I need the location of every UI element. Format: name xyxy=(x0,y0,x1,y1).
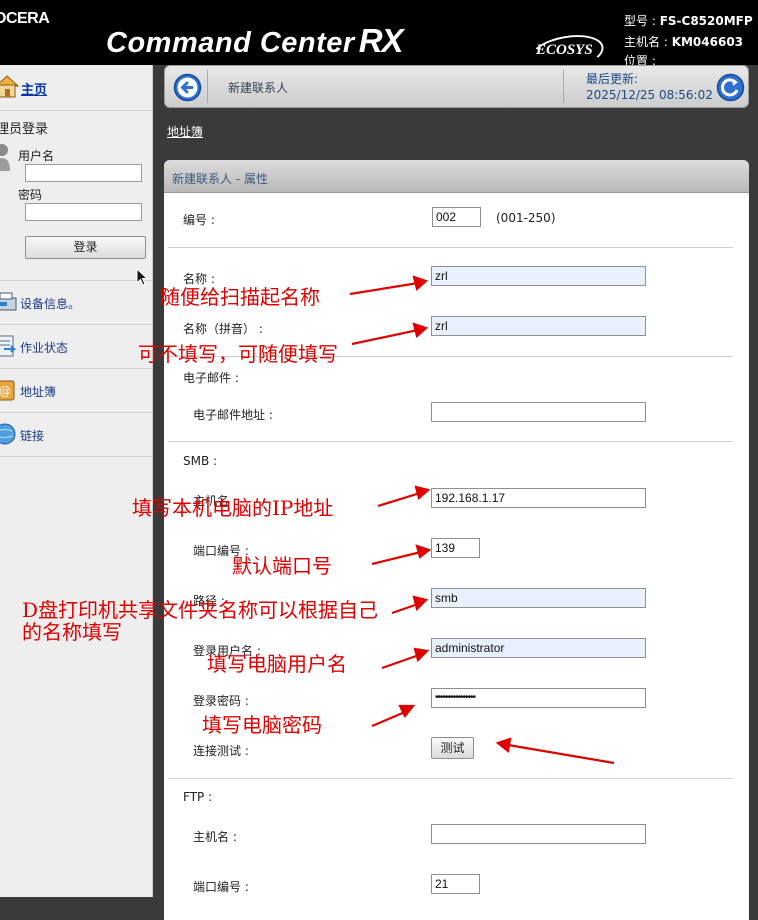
smb-host-input[interactable]: 192.168.1.17 xyxy=(431,488,646,508)
location-info: 位置 : xyxy=(624,52,656,65)
device-info-icon xyxy=(0,290,18,317)
toolbar-divider xyxy=(207,70,208,103)
sidebar-item-label: 设备信息。 xyxy=(20,297,81,311)
location-label: 位置 : xyxy=(624,54,656,65)
toolbar-divider xyxy=(563,70,564,103)
section-divider xyxy=(168,247,733,248)
ftp-port-input[interactable]: 21 xyxy=(431,874,480,894)
host-value: KM046603 xyxy=(671,35,744,49)
annotation-user: 填写电脑用户名 xyxy=(207,652,347,676)
smb-password-label: 登录密码 : xyxy=(193,694,249,708)
address-book-icon: @ xyxy=(0,378,18,405)
login-button[interactable]: 登录 xyxy=(25,236,146,259)
host-info: 主机名 : KM046603 xyxy=(624,33,743,50)
sidebar-item-job-status[interactable]: 作业状态 xyxy=(0,324,152,368)
header-bar: OCERA Command CenterRX ECOSYS 型号 : FS-C8… xyxy=(0,0,758,65)
annotation-port: 默认端口号 xyxy=(232,554,332,578)
smb-test-label: 连接测试 : xyxy=(193,744,249,758)
brand-logo: OCERA xyxy=(0,10,50,27)
product-name: Command Center xyxy=(106,27,355,59)
smb-user-input[interactable]: administrator xyxy=(431,638,646,658)
breadcrumb-address-book[interactable]: 地址簿 xyxy=(167,123,203,140)
smb-port-input[interactable]: 139 xyxy=(431,538,480,558)
connection-test-button[interactable]: 测试 xyxy=(431,737,474,759)
top-toolbar: 新建联系人 最后更新: 2025/12/25 08:56:02 xyxy=(164,65,749,108)
ftp-section-label: FTP : xyxy=(183,790,213,804)
name-pinyin-input[interactable]: zrl xyxy=(431,316,646,336)
link-globe-icon xyxy=(0,422,18,449)
last-update-value: 2025/12/25 08:56:02 xyxy=(586,88,713,102)
product-logo: Command Center RX xyxy=(106,22,404,60)
password-label: 密码 xyxy=(18,188,43,202)
job-status-icon xyxy=(0,334,18,361)
username-input[interactable] xyxy=(25,164,142,182)
name-input[interactable]: zrl xyxy=(431,266,646,286)
mouse-pointer-icon xyxy=(136,267,149,289)
annotation-path-line2: 的名称填写 xyxy=(22,620,122,644)
ftp-port-label: 端口编号 : xyxy=(193,880,249,894)
ftp-host-input[interactable] xyxy=(431,824,646,844)
annotation-path-line1: D盘打印机共享文件夹名称可以根据自己 xyxy=(22,598,379,622)
email-address-label: 电子邮件地址 : xyxy=(193,408,273,422)
sidebar: 主页 理员登录 用户名 密码 登录 设备信息。 作业状态 @ 地址簿 链接 xyxy=(0,65,153,897)
page-title: 新建联系人 xyxy=(228,81,289,95)
svg-text:@: @ xyxy=(0,384,11,398)
back-arrow-icon[interactable] xyxy=(173,73,202,105)
number-label: 编号 : xyxy=(183,213,215,227)
sidebar-item-label: 链接 xyxy=(20,429,45,443)
name-pinyin-label: 名称（拼音） : xyxy=(183,322,263,336)
model-value: FS-C8520MFP xyxy=(659,14,753,28)
number-range: (001-250) xyxy=(496,211,556,225)
panel-title: 新建联系人 - 属性 xyxy=(172,172,268,186)
home-link[interactable]: 主页 xyxy=(21,79,47,98)
sidebar-item-address-book[interactable]: @ 地址簿 xyxy=(0,368,152,412)
last-update-label: 最后更新: xyxy=(586,72,639,86)
product-suffix: RX xyxy=(358,22,404,59)
smb-password-input[interactable]: •••••••••••••••• xyxy=(431,688,646,708)
sidebar-divider xyxy=(0,456,152,457)
username-label: 用户名 xyxy=(18,149,55,163)
sidebar-item-links[interactable]: 链接 xyxy=(0,412,152,456)
annotation-host: 填写本机电脑的IP地址 xyxy=(132,496,334,520)
ecosys-logo: ECOSYS xyxy=(536,42,593,58)
sidebar-item-home[interactable]: 主页 xyxy=(0,65,152,111)
ftp-host-label: 主机名 : xyxy=(193,830,237,844)
model-label: 型号 : xyxy=(624,14,656,28)
password-input[interactable] xyxy=(25,203,142,221)
properties-panel: 新建联系人 - 属性 编号 : 002 (001-250) 名称 : zrl 名… xyxy=(164,160,749,920)
model-info: 型号 : FS-C8520MFP xyxy=(624,12,753,29)
smb-path-input[interactable]: smb xyxy=(431,588,646,608)
sidebar-item-device-info[interactable]: 设备信息。 xyxy=(0,280,152,324)
sidebar-item-label: 作业状态 xyxy=(20,341,69,355)
annotation-name: 随便给扫描起名称 xyxy=(160,285,320,309)
section-divider xyxy=(168,441,733,442)
smb-section-label: SMB : xyxy=(183,454,218,468)
login-title: 理员登录 xyxy=(0,122,49,137)
annotation-password: 填写电脑密码 xyxy=(202,713,322,737)
last-update: 最后更新: 2025/12/25 08:56:02 xyxy=(586,71,713,103)
number-input[interactable]: 002 xyxy=(432,207,481,227)
home-icon xyxy=(0,73,20,102)
user-icon xyxy=(0,141,12,178)
email-address-input[interactable] xyxy=(431,402,646,422)
annotation-pinyin: 可不填写，可随便填写 xyxy=(138,342,338,366)
host-label: 主机名 : xyxy=(624,35,668,49)
section-divider xyxy=(168,778,733,779)
refresh-icon[interactable] xyxy=(716,73,745,105)
email-section-label: 电子邮件 : xyxy=(183,371,239,385)
sidebar-item-label: 地址簿 xyxy=(20,385,57,399)
panel-header: 新建联系人 - 属性 xyxy=(164,160,749,193)
